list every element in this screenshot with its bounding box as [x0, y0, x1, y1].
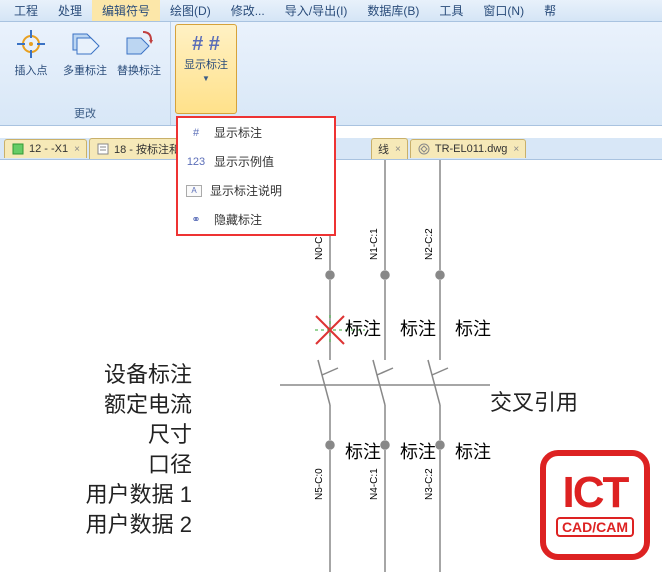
- tab-label: 12 - -X1: [29, 143, 68, 155]
- textbox-icon: A: [186, 185, 202, 197]
- svg-text:N4-C:1: N4-C:1: [369, 468, 380, 500]
- close-icon[interactable]: ×: [74, 144, 80, 155]
- menu-database[interactable]: 数据库(B): [357, 0, 429, 21]
- dropdown-item-label: 显示标注说明: [210, 182, 282, 199]
- menubar: 工程 处理 编辑符号 绘图(D) 修改... 导入/导出(I) 数据库(B) 工…: [0, 0, 662, 22]
- cross-reference-label: 交叉引用: [490, 385, 578, 417]
- dropdown-item-label: 显示示例值: [214, 153, 274, 170]
- multi-label-label: 多重标注: [63, 64, 107, 78]
- svg-text:标注: 标注: [345, 319, 381, 339]
- menu-draw[interactable]: 绘图(D): [160, 0, 221, 21]
- svg-text:N5-C:0: N5-C:0: [314, 468, 325, 500]
- multi-label-button[interactable]: 多重标注: [58, 24, 112, 82]
- tab-12-x1[interactable]: 12 - -X1 ×: [4, 139, 87, 158]
- ribbon-group-modify: 插入点 多重标注 替换标注 更改: [0, 22, 171, 125]
- dropdown-show-desc[interactable]: A 显示标注说明: [178, 176, 334, 205]
- svg-text:标注: 标注: [345, 442, 381, 462]
- close-icon[interactable]: ×: [395, 144, 401, 155]
- sheet-icon: [96, 142, 110, 156]
- menu-window[interactable]: 窗口(N): [473, 0, 534, 21]
- svg-text:N3-C:2: N3-C:2: [424, 468, 435, 500]
- svg-text:标注: 标注: [455, 319, 491, 339]
- menu-help[interactable]: 帮: [534, 0, 566, 21]
- annot-size: 尺寸: [86, 420, 192, 450]
- show-label-dropdown: # 显示标注 123 显示示例值 A 显示标注说明 ⚭ 隐藏标注: [176, 116, 336, 236]
- tag-swap-icon: [123, 28, 155, 60]
- svg-text:标注: 标注: [400, 442, 436, 462]
- svg-text:N1-C:1: N1-C:1: [369, 228, 380, 260]
- hide-icon: ⚭: [186, 212, 206, 228]
- tab-label: 线: [378, 141, 389, 157]
- ict-logo: ICT CAD/CAM: [540, 450, 650, 560]
- annot-userdata-1: 用户数据 1: [86, 480, 192, 510]
- hash-icon: # #: [192, 33, 220, 56]
- show-label-button[interactable]: # # 显示标注 ▼: [175, 24, 237, 114]
- dropdown-show-label[interactable]: # 显示标注: [178, 118, 334, 147]
- menu-import-export[interactable]: 导入/导出(I): [275, 0, 358, 21]
- ribbon: 插入点 多重标注 替换标注 更改 # # 显示标注 ▼: [0, 22, 662, 126]
- annot-rated-current: 额定电流: [86, 390, 192, 420]
- replace-label-button[interactable]: 替换标注: [112, 24, 166, 82]
- tab-line[interactable]: 线 ×: [371, 138, 408, 159]
- insert-point-label: 插入点: [15, 64, 48, 78]
- dwg-icon: [417, 142, 431, 156]
- dropdown-show-example[interactable]: 123 显示示例值: [178, 147, 334, 176]
- logo-text: ICT: [563, 473, 628, 513]
- svg-text:标注: 标注: [400, 319, 436, 339]
- annot-userdata-2: 用户数据 2: [86, 510, 192, 540]
- menu-process[interactable]: 处理: [48, 0, 92, 21]
- menu-edit-symbol[interactable]: 编辑符号: [92, 0, 160, 21]
- chevron-down-icon: ▼: [202, 74, 210, 83]
- menu-project[interactable]: 工程: [4, 0, 48, 21]
- annot-device: 设备标注: [86, 360, 192, 390]
- close-icon[interactable]: ×: [513, 144, 519, 155]
- tags-icon: [69, 28, 101, 60]
- menu-tools[interactable]: 工具: [429, 0, 473, 21]
- target-icon: [15, 28, 47, 60]
- replace-label-label: 替换标注: [117, 64, 161, 78]
- insert-point-button[interactable]: 插入点: [4, 24, 58, 82]
- dropdown-item-label: 显示标注: [214, 124, 262, 141]
- hash-icon: #: [186, 125, 206, 141]
- sheet-icon: [11, 142, 25, 156]
- tab-dwg[interactable]: TR-EL011.dwg ×: [410, 139, 526, 158]
- menu-modify[interactable]: 修改...: [221, 0, 275, 21]
- annot-bore: 口径: [86, 450, 192, 480]
- symbol-annotations: 设备标注 额定电流 尺寸 口径 用户数据 1 用户数据 2: [86, 360, 192, 540]
- ribbon-group-modify-label: 更改: [0, 103, 170, 125]
- tab-label: TR-EL011.dwg: [435, 143, 508, 155]
- svg-text:N2-C:2: N2-C:2: [424, 228, 435, 260]
- dropdown-hide-label[interactable]: ⚭ 隐藏标注: [178, 205, 334, 234]
- dropdown-item-label: 隐藏标注: [214, 211, 262, 228]
- ribbon-group-show: # # 显示标注 ▼: [171, 22, 241, 125]
- num-icon: 123: [186, 154, 206, 170]
- show-label-label: 显示标注: [184, 58, 228, 72]
- logo-subtext: CAD/CAM: [556, 517, 634, 537]
- svg-text:标注: 标注: [455, 442, 491, 462]
